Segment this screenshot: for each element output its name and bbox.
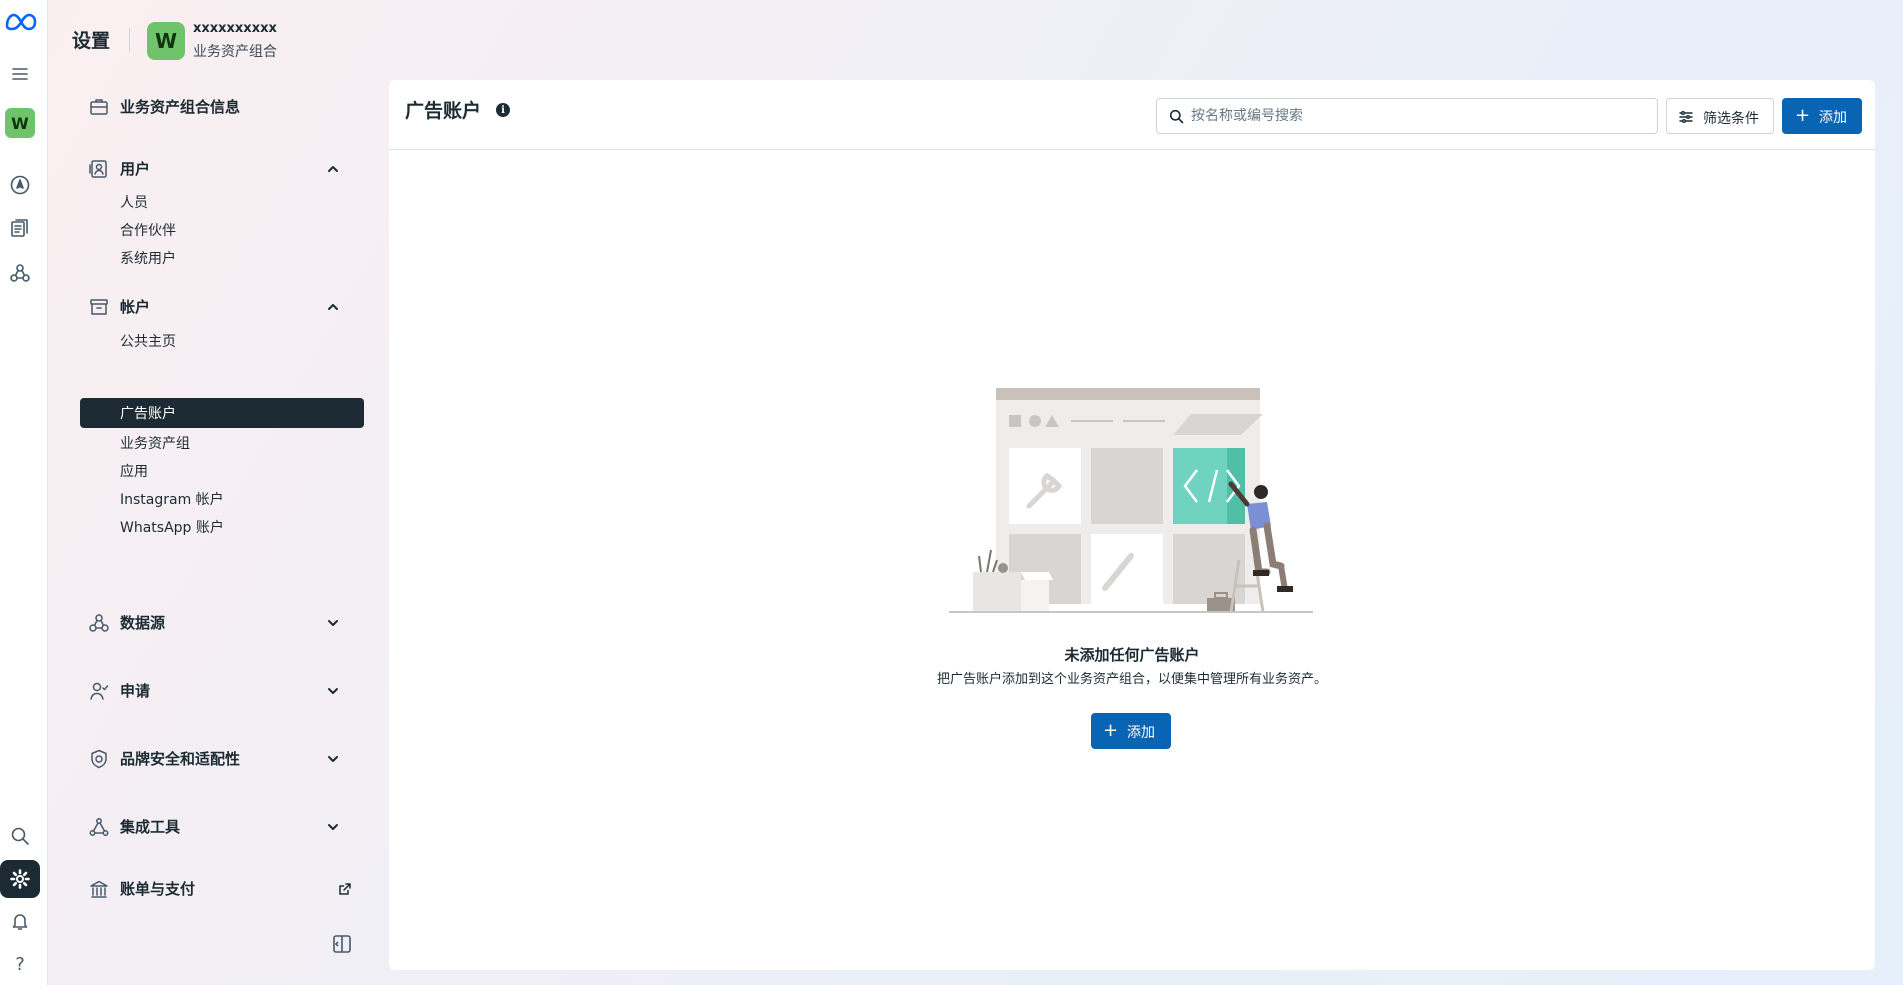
chevron-up-icon[interactable] — [326, 299, 340, 313]
sidebar-item-people[interactable]: 人员 — [80, 187, 364, 217]
sidebar-section-label: 数据源 — [120, 613, 166, 632]
menu-icon[interactable] — [6, 60, 34, 88]
add-button-label: 添加 — [1819, 110, 1847, 126]
sidebar-section-requests[interactable]: 申请 — [80, 674, 364, 706]
header-divider — [129, 28, 130, 52]
data-sources-icon — [88, 612, 110, 634]
sidebar-section-data-sources[interactable]: 数据源 — [80, 606, 364, 638]
sidebar-item-whatsapp-accounts[interactable]: WhatsApp 账户 — [80, 512, 364, 542]
chevron-down-icon[interactable] — [326, 751, 340, 765]
data-sources-icon[interactable] — [6, 259, 34, 287]
bank-icon — [88, 878, 110, 900]
empty-state-illustration — [949, 388, 1313, 613]
sidebar-section-brand-safety[interactable]: 品牌安全和适配性 — [80, 742, 364, 774]
search-icon[interactable] — [6, 822, 34, 850]
chevron-down-icon[interactable] — [326, 683, 340, 697]
sidebar-section-label: 申请 — [120, 681, 151, 700]
sidebar-section-label: 集成工具 — [120, 817, 181, 836]
left-rail: W ? — [0, 0, 48, 985]
filter-button[interactable]: 筛选条件 — [1666, 98, 1774, 134]
sidebar-section-label: 用户 — [120, 159, 151, 178]
empty-state-description: 把广告账户添加到这个业务资产组合，以便集中管理所有业务资产。 — [936, 672, 1327, 687]
panel-header: 广告账户 i 筛选条件 + 添加 — [389, 80, 1875, 150]
chevron-down-icon[interactable] — [326, 615, 340, 629]
pages-icon[interactable] — [6, 214, 34, 242]
search-input[interactable] — [1191, 99, 1651, 133]
search-icon — [1169, 109, 1184, 124]
sidebar-section-users[interactable]: 用户 — [80, 152, 364, 184]
empty-state-add-button[interactable]: + 添加 — [1091, 713, 1171, 749]
user-check-icon — [88, 680, 110, 702]
collapse-sidebar-icon[interactable] — [332, 934, 352, 954]
account-name[interactable]: xxxxxxxxxx — [193, 21, 277, 36]
sidebar-item-billing[interactable]: 账单与支付 — [80, 872, 364, 904]
chevron-down-icon[interactable] — [326, 819, 340, 833]
sidebar-section-label: 帐户 — [120, 297, 151, 316]
filter-sliders-icon — [1679, 110, 1693, 124]
sidebar-item-pages[interactable]: 公共主页 — [80, 326, 364, 356]
sidebar-section-label: 品牌安全和适配性 — [120, 749, 241, 768]
sidebar-section-accounts[interactable]: 帐户 — [80, 290, 364, 322]
account-type: 业务资产组合 — [193, 44, 277, 60]
compass-icon[interactable] — [6, 171, 34, 199]
shield-icon — [88, 748, 110, 770]
sidebar-item-apps[interactable]: 应用 — [80, 456, 364, 486]
empty-state-title: 未添加任何广告账户 — [1064, 646, 1200, 664]
account-avatar[interactable]: W — [147, 22, 185, 60]
help-icon[interactable]: ? — [6, 950, 34, 978]
briefcase-icon — [88, 96, 110, 118]
sidebar-item-business-info[interactable]: 业务资产组合信息 — [80, 90, 364, 122]
integrations-icon — [88, 816, 110, 838]
meta-logo-icon[interactable] — [4, 8, 38, 36]
sidebar-item-instagram-accounts[interactable]: Instagram 帐户 — [80, 484, 364, 514]
ad-accounts-panel: 广告账户 i 筛选条件 + 添加 — [389, 80, 1875, 970]
page-title: 设置 — [72, 30, 111, 52]
settings-icon[interactable] — [0, 860, 40, 898]
rail-account-avatar[interactable]: W — [5, 108, 35, 138]
plus-icon: + — [1103, 720, 1119, 741]
chevron-up-icon[interactable] — [326, 161, 340, 175]
sidebar-item-ad-accounts[interactable]: 广告账户 — [80, 398, 364, 428]
sidebar-item-label: 账单与支付 — [120, 879, 196, 898]
plus-icon: + — [1795, 105, 1811, 126]
sidebar-item-business-asset-groups[interactable]: 业务资产组 — [80, 428, 364, 458]
sidebar-item-system-users[interactable]: 系统用户 — [80, 243, 364, 273]
bell-icon[interactable] — [6, 907, 34, 935]
add-button[interactable]: + 添加 — [1782, 98, 1862, 134]
external-link-icon[interactable] — [338, 881, 352, 895]
sidebar-section-integrations[interactable]: 集成工具 — [80, 810, 364, 842]
archive-icon — [88, 296, 110, 318]
users-icon — [88, 158, 110, 180]
sidebar-item-label: 业务资产组合信息 — [120, 97, 241, 116]
filter-button-label: 筛选条件 — [1703, 111, 1759, 127]
info-icon[interactable]: i — [496, 103, 510, 117]
search-box[interactable] — [1156, 98, 1658, 134]
panel-title: 广告账户 — [405, 100, 482, 122]
sidebar-item-partners[interactable]: 合作伙伴 — [80, 215, 364, 245]
add-button-label: 添加 — [1127, 725, 1155, 741]
